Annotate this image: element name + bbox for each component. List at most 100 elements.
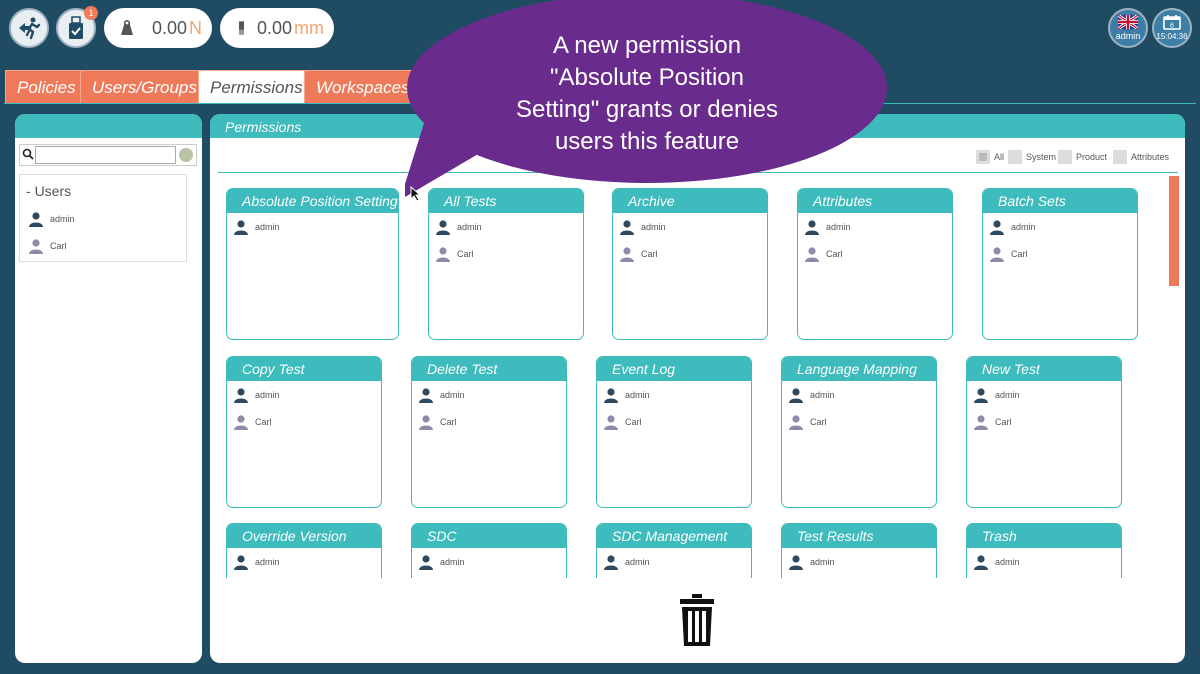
card-user-name: Carl	[440, 416, 457, 427]
card-user-row: admin	[782, 548, 936, 575]
tree-item-label: Carl	[50, 241, 67, 251]
card-user-name: Carl	[810, 416, 827, 427]
filter-all[interactable]: All	[976, 150, 1004, 164]
permission-card[interactable]: New Test admin Carl	[966, 356, 1122, 508]
card-user-row: Carl	[983, 240, 1137, 267]
permission-card[interactable]: Batch Sets admin Carl	[982, 188, 1138, 340]
admin-user-icon	[789, 387, 803, 403]
search-bar	[19, 144, 197, 166]
permission-card-title: Batch Sets	[983, 189, 1137, 213]
tree-item-admin[interactable]: admin	[28, 211, 75, 227]
card-user-name: Carl	[1011, 248, 1028, 259]
user-icon	[234, 414, 248, 430]
card-user-name: Carl	[625, 416, 642, 427]
filter-attributes[interactable]: Attributes	[1113, 150, 1169, 164]
card-user-name: Carl	[457, 248, 474, 259]
tree-root[interactable]: - Users	[26, 183, 71, 199]
card-user-name: admin	[641, 221, 666, 232]
admin-user-icon	[234, 387, 248, 403]
permission-card[interactable]: Copy Test admin Carl	[226, 356, 382, 508]
permission-card-title: Override Version	[227, 524, 381, 548]
permission-card[interactable]: Trash admin	[966, 523, 1122, 578]
permission-card[interactable]: Archive admin Carl	[612, 188, 768, 340]
permission-card[interactable]: Language Mapping admin Carl	[781, 356, 937, 508]
card-user-name: admin	[625, 556, 650, 567]
trash-icon[interactable]	[678, 594, 716, 646]
callout-line: A new permission	[552, 32, 742, 59]
users-sidebar: - Users admin Carl	[15, 114, 202, 663]
admin-user-icon	[436, 219, 450, 235]
filter-checkbox[interactable]	[1113, 150, 1127, 164]
force-value: 0.00	[151, 17, 187, 38]
clock-button[interactable]: 6 15:04:36	[1152, 8, 1192, 48]
permission-card[interactable]: Test Results admin	[781, 523, 937, 578]
tab-policies[interactable]: Policies	[5, 70, 88, 104]
admin-user-icon	[234, 554, 248, 570]
card-user-row: admin	[597, 381, 751, 408]
length-icon	[238, 21, 244, 35]
tree-item-carl[interactable]: Carl	[28, 238, 67, 254]
filter-product[interactable]: Product	[1058, 150, 1107, 164]
position-readout[interactable]: 0.00 mm	[220, 8, 334, 48]
language-user-button[interactable]: admin	[1108, 8, 1148, 48]
card-user-row: Carl	[798, 240, 952, 267]
card-user-name: Carl	[255, 416, 272, 427]
exit-button[interactable]	[9, 8, 49, 48]
filter-system[interactable]: System	[1008, 150, 1056, 164]
user-tree: - Users admin Carl	[19, 174, 187, 262]
card-user-name: admin	[995, 389, 1020, 400]
user-icon	[805, 246, 819, 262]
scrollbar-thumb[interactable]	[1169, 176, 1179, 286]
permission-card[interactable]: Delete Test admin Carl	[411, 356, 567, 508]
permission-card-title: New Test	[967, 357, 1121, 381]
callout-line: "Absolute Position	[550, 64, 744, 91]
user-icon	[990, 246, 1004, 262]
card-user-row: Carl	[613, 240, 767, 267]
filter-checkbox[interactable]	[976, 150, 990, 164]
card-user-name: admin	[826, 221, 851, 232]
user-icon	[974, 414, 988, 430]
permission-card-title: Trash	[967, 524, 1121, 548]
admin-user-icon	[620, 219, 634, 235]
permission-card-title: Absolute Position Setting	[227, 189, 398, 213]
admin-user-icon	[604, 554, 618, 570]
user-icon	[620, 246, 634, 262]
filter-checkbox[interactable]	[1058, 150, 1072, 164]
current-user-label: admin	[1115, 31, 1141, 41]
calendar-day: 6	[1170, 23, 1174, 30]
admin-user-icon	[789, 554, 803, 570]
calendar-icon: 6	[1163, 15, 1181, 30]
permission-card-title: Copy Test	[227, 357, 381, 381]
permission-card[interactable]: Attributes admin Carl	[797, 188, 953, 340]
user-icon	[789, 414, 803, 430]
permission-card[interactable]: SDC Management admin	[596, 523, 752, 578]
permission-card[interactable]: Absolute Position Setting admin	[226, 188, 399, 340]
filter-label: All	[994, 152, 1005, 162]
clear-search-button[interactable]	[179, 148, 193, 162]
permission-card[interactable]: Override Version admin	[226, 523, 382, 578]
card-user-name: Carl	[826, 248, 843, 259]
filter-label: Product	[1076, 152, 1108, 162]
force-readout[interactable]: 0.00 N	[104, 8, 212, 48]
permission-card[interactable]: Event Log admin Carl	[596, 356, 752, 508]
card-user-row: admin	[782, 381, 936, 408]
usb-button[interactable]: 1	[56, 6, 98, 48]
card-user-name: admin	[255, 556, 280, 567]
card-user-row: admin	[967, 548, 1121, 575]
filter-checkbox[interactable]	[1008, 150, 1022, 164]
tab-workspaces[interactable]: Workspaces	[304, 70, 422, 104]
card-user-row: Carl	[782, 408, 936, 435]
search-icon	[22, 148, 34, 160]
tab-permissions[interactable]: Permissions	[198, 70, 315, 104]
permission-card[interactable]: All Tests admin Carl	[428, 188, 584, 340]
callout-line: Setting" grants or denies	[515, 96, 778, 123]
permission-card[interactable]: SDC admin	[411, 523, 567, 578]
force-unit: N	[189, 17, 202, 38]
card-user-row: admin	[798, 213, 952, 240]
card-user-row: Carl	[227, 408, 381, 435]
tab-users-groups[interactable]: Users/Groups	[80, 70, 209, 104]
admin-user-icon	[419, 554, 433, 570]
card-user-name: admin	[440, 556, 465, 567]
admin-user-icon	[974, 554, 988, 570]
search-input[interactable]	[35, 146, 176, 164]
